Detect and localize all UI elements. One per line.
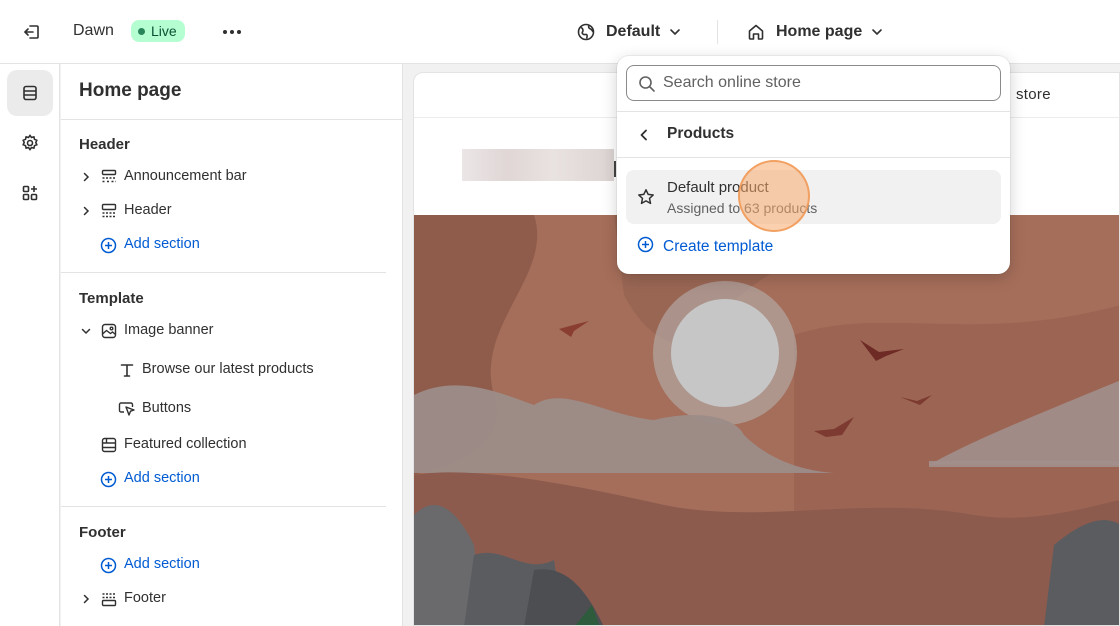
rail-sections-button[interactable] [7, 70, 53, 116]
section-announcement-bar[interactable]: Announcement bar [61, 163, 386, 191]
chevron-left-icon [640, 129, 647, 141]
button-cursor-icon [118, 400, 136, 418]
group-title-footer: Footer [79, 524, 126, 541]
template-option-title: Default product [667, 179, 769, 196]
add-section-header-button[interactable]: Add section [61, 231, 386, 259]
exit-icon[interactable] [18, 18, 46, 46]
live-badge: Live [131, 20, 185, 42]
page-selector[interactable]: Home page [746, 18, 884, 46]
live-dot-icon [138, 27, 145, 35]
plus-circle-icon [99, 236, 117, 254]
divider [61, 272, 386, 273]
popover-heading: Products [667, 125, 735, 142]
section-label: Image banner [124, 322, 214, 338]
sections-sidebar: Home page Header Announcement bar Header… [61, 64, 403, 626]
page-selector-label: Home page [776, 23, 863, 40]
star-icon [637, 188, 655, 211]
left-rail [0, 64, 60, 626]
block-buttons[interactable]: Buttons [61, 395, 386, 423]
template-option-default-product[interactable]: Default product Assigned to 63 products [626, 170, 1001, 224]
logo-mark [614, 161, 616, 177]
section-featured-collection[interactable]: Featured collection [61, 431, 386, 459]
plus-circle-icon [637, 236, 654, 258]
more-actions-button[interactable] [218, 18, 246, 46]
theme-name: Dawn [73, 22, 114, 39]
divider [617, 157, 1010, 158]
section-label: Featured collection [124, 436, 247, 452]
home-icon [748, 24, 764, 40]
preview-header-text: store [1016, 86, 1051, 103]
block-browse-text[interactable]: Browse our latest products [61, 356, 386, 384]
featured-collection-icon [100, 436, 118, 454]
block-label: Browse our latest products [142, 361, 314, 377]
plus-circle-icon [99, 556, 117, 574]
chevron-down-icon[interactable] [78, 323, 94, 339]
theme-view-selector[interactable]: Default [576, 18, 682, 46]
add-section-footer-button[interactable]: Add section [61, 551, 386, 579]
add-section-label: Add section [124, 470, 200, 486]
plus-circle-icon [99, 470, 117, 488]
section-footer[interactable]: Footer [61, 585, 386, 613]
chevron-down-icon [670, 29, 681, 36]
image-icon [100, 322, 118, 340]
chevron-down-icon [872, 29, 883, 36]
chevron-right-icon[interactable] [78, 169, 94, 185]
store-logo [462, 149, 614, 181]
section-header[interactable]: Header [61, 197, 386, 225]
divider [61, 506, 386, 507]
template-selector-popover: Products Default product Assigned to 63 … [617, 56, 1010, 274]
divider [617, 111, 1010, 112]
create-template-button[interactable]: Create template [637, 236, 773, 258]
header-section-icon [100, 202, 118, 220]
footer-section-icon [100, 590, 118, 608]
topbar-divider [717, 20, 718, 44]
group-title-header: Header [79, 136, 130, 153]
section-image-banner[interactable]: Image banner [61, 317, 386, 345]
chevron-right-icon[interactable] [78, 203, 94, 219]
globe-icon [577, 23, 595, 41]
template-option-subtitle: Assigned to 63 products [667, 200, 818, 216]
live-label: Live [151, 23, 177, 39]
sections-icon [23, 85, 37, 101]
rail-apps-button[interactable] [7, 170, 53, 216]
section-label: Footer [124, 590, 166, 606]
add-section-label: Add section [124, 556, 200, 572]
divider [61, 119, 402, 120]
add-section-template-button[interactable]: Add section [61, 465, 386, 493]
group-title-template: Template [79, 290, 144, 307]
text-icon [118, 361, 136, 379]
add-section-label: Add section [124, 236, 200, 252]
page-title: Home page [79, 80, 182, 101]
rail-settings-button[interactable] [7, 120, 53, 166]
gear-icon [22, 134, 38, 151]
create-template-label: Create template [663, 238, 774, 255]
ellipsis-icon [223, 30, 241, 34]
theme-view-label: Default [606, 23, 661, 40]
search-field[interactable] [626, 65, 1001, 101]
apps-icon [22, 185, 38, 201]
back-button[interactable] [635, 126, 653, 144]
block-label: Buttons [142, 400, 192, 416]
section-label: Header [124, 202, 172, 218]
section-label: Announcement bar [124, 168, 247, 184]
chevron-right-icon[interactable] [78, 591, 94, 607]
top-bar: Dawn Live Default Home page [0, 0, 1120, 64]
announcement-bar-icon [100, 168, 118, 186]
search-icon [638, 75, 656, 98]
search-input[interactable] [663, 72, 993, 94]
image-banner-illustration [414, 215, 1119, 625]
